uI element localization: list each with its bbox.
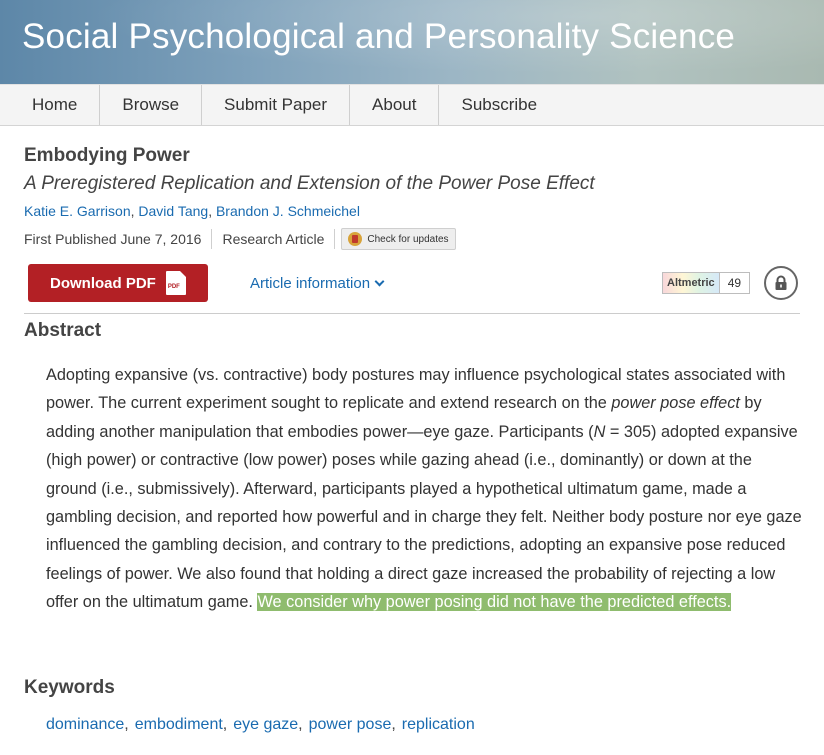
article-information-toggle[interactable]: Article information [250, 275, 385, 292]
author-link[interactable]: Brandon J. Schmeichel [216, 203, 360, 219]
author-separator: , [208, 203, 216, 219]
first-published-date: First Published June 7, 2016 [24, 231, 202, 247]
altmetric-badge[interactable]: Altmetric 49 [662, 272, 751, 294]
keyword-separator: , [391, 716, 396, 733]
nav-about[interactable]: About [350, 85, 440, 125]
check-updates-button[interactable]: Check for updates [341, 228, 456, 250]
check-updates-icon [348, 232, 363, 246]
keyword-link[interactable]: dominance [46, 716, 124, 733]
keyword-list: dominance, embodiment, eye gaze, power pose… [46, 716, 475, 734]
abstract-emphasis: power pose effect [611, 394, 740, 413]
highlighted-sentence: We consider why power posing did not hav… [257, 593, 732, 612]
lock-icon [775, 275, 787, 290]
keyword-link[interactable]: embodiment [135, 716, 223, 733]
keyword-separator: , [298, 716, 303, 733]
nav-home[interactable]: Home [0, 85, 101, 125]
pdf-icon: PDF [165, 271, 186, 295]
nav-browse[interactable]: Browse [100, 85, 203, 125]
article-information-label: Article information [250, 275, 371, 292]
keyword-link[interactable]: eye gaze [233, 716, 298, 733]
abstract-text-part: = 305) adopted expansive (high power) or… [46, 422, 802, 612]
main-nav: Home Browse Submit Paper About Subscribe [0, 84, 824, 126]
publication-info: First Published June 7, 2016 Research Ar… [24, 228, 456, 250]
keyword-link[interactable]: replication [402, 716, 475, 733]
nav-subscribe[interactable]: Subscribe [439, 85, 559, 125]
check-updates-label: Check for updates [367, 233, 449, 245]
keywords-heading: Keywords [24, 677, 115, 698]
altmetric-score: 49 [719, 273, 750, 293]
article-subtitle: A Preregistered Replication and Extensio… [24, 173, 595, 194]
journal-banner: Social Psychological and Personality Sci… [0, 0, 824, 84]
chevron-down-icon [374, 276, 385, 287]
keyword-link[interactable]: power pose [309, 716, 392, 733]
journal-title[interactable]: Social Psychological and Personality Sci… [22, 17, 735, 57]
section-divider [24, 313, 800, 314]
divider [334, 229, 336, 249]
keyword-separator: , [222, 716, 228, 733]
altmetric-logo: Altmetric [663, 273, 720, 293]
download-pdf-button[interactable]: Download PDF PDF [28, 264, 208, 302]
abstract-heading: Abstract [24, 320, 102, 341]
divider [211, 229, 213, 249]
keyword-separator: , [124, 716, 129, 733]
author-link[interactable]: David Tang [138, 203, 208, 219]
article-title: Embodying Power [24, 145, 190, 166]
abstract-sample-symbol: N [593, 422, 606, 441]
access-lock-button[interactable] [764, 266, 798, 300]
author-list: Katie E. Garrison, David Tang, Brandon J… [24, 203, 360, 219]
article-type: Research Article [222, 231, 325, 247]
abstract-text: Adopting expansive (vs. contractive) bod… [46, 361, 806, 617]
author-link[interactable]: Katie E. Garrison [24, 203, 131, 219]
nav-submit-paper[interactable]: Submit Paper [202, 85, 351, 125]
download-pdf-label: Download PDF [50, 274, 156, 292]
pdf-icon-text: PDF [167, 284, 180, 290]
